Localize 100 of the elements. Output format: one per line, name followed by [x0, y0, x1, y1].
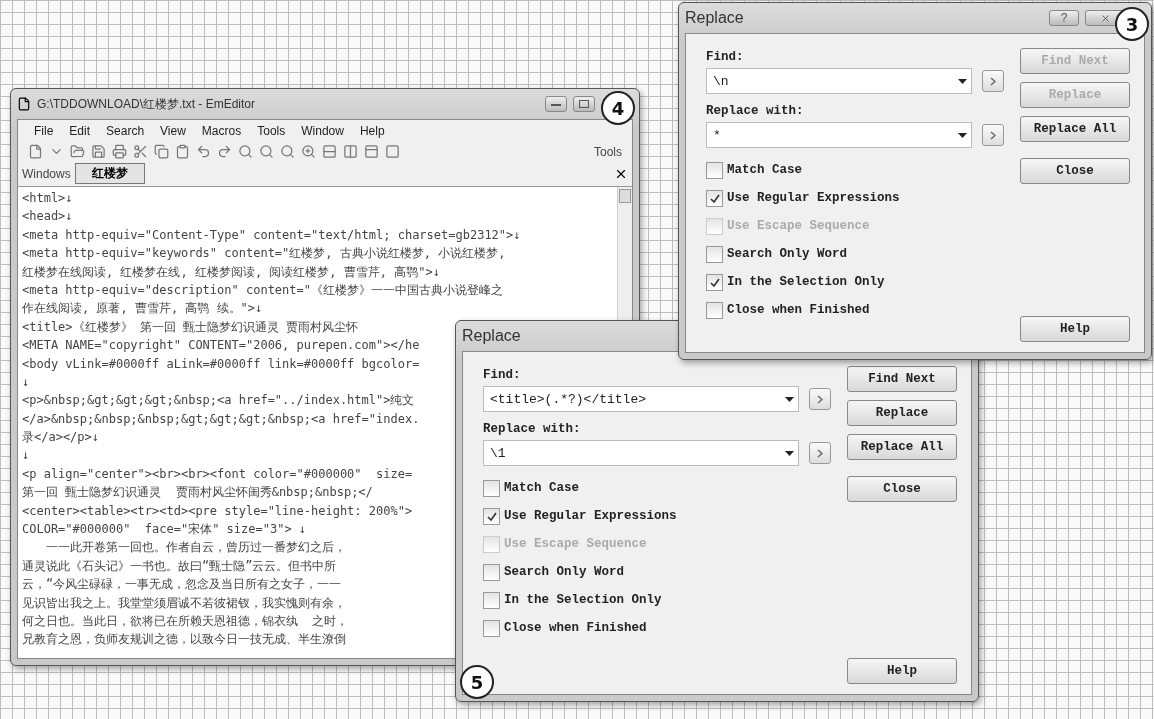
menu-item[interactable]: Search — [106, 124, 145, 138]
code-line: <p>&nbsp;&gt;&gt;&gt;&nbsp;<a href="../index.html">纯文 — [22, 393, 415, 408]
insert-arrow-button[interactable] — [809, 442, 831, 464]
minimize-button[interactable] — [545, 96, 567, 112]
dialog-button[interactable]: Replace All — [847, 434, 957, 460]
callout-number: 4 — [601, 91, 635, 125]
page-icon[interactable] — [28, 144, 43, 159]
code-line: <meta http-equiv="keywords" content="红楼梦, 古典小说红楼梦, 小说红楼梦, — [22, 246, 506, 261]
square-icon[interactable] — [385, 144, 400, 159]
checkbox[interactable] — [706, 161, 723, 179]
checkmark-icon — [709, 277, 720, 287]
dialog-button[interactable]: Close — [847, 476, 957, 502]
chevron-right-icon — [817, 448, 823, 458]
document-icon — [17, 97, 31, 111]
redo-icon[interactable] — [217, 144, 232, 159]
checkbox[interactable] — [483, 619, 500, 637]
option-label: Search Only Word — [504, 565, 625, 579]
find-label: Find: — [483, 368, 522, 382]
checkbox[interactable] — [706, 189, 723, 207]
window-title: G:\TDDOWNLOAD\红楼梦.txt - EmEditor — [37, 95, 256, 113]
code-line: 一一此开卷第一回也。作者自云，曾历过一番梦幻之后， — [45, 540, 346, 555]
checkbox[interactable] — [483, 563, 500, 581]
scissors-icon[interactable] — [133, 144, 148, 159]
replace-with-label: Replace with: — [483, 422, 582, 436]
search-icon[interactable] — [280, 144, 295, 159]
dialog-button[interactable]: Close — [1020, 158, 1130, 184]
code-line: <META NAME="copyright" CONTENT="2006, purepen.com"></he — [22, 338, 420, 353]
find-combo-field[interactable]: <title>(.*?)</title> — [483, 386, 799, 412]
zoom-icon[interactable] — [301, 144, 316, 159]
code-line: 何之日也。当此日，欲将已在所赖天恩祖德，锦衣纨 之时， — [22, 614, 349, 628]
panel-icon[interactable] — [364, 144, 379, 159]
checkmark-icon — [486, 511, 497, 521]
replace-combo-field[interactable]: * — [706, 122, 972, 148]
dialog-title: Replace — [685, 9, 745, 27]
rows-icon[interactable] — [322, 144, 337, 159]
search-icon[interactable] — [259, 144, 274, 159]
save-icon[interactable] — [91, 144, 106, 159]
search-icon[interactable] — [238, 144, 253, 159]
code-line: ↓ — [22, 448, 30, 463]
insert-arrow-button[interactable] — [982, 70, 1004, 92]
code-line: 云，“今风尘碌碌，一事无成，忽念及当日所有之女子，一一 — [22, 577, 342, 592]
checkbox[interactable] — [483, 591, 500, 609]
printer-icon[interactable] — [112, 144, 127, 159]
callout-number: 5 — [460, 665, 494, 699]
checkbox[interactable] — [483, 507, 500, 525]
help-caption-button[interactable]: ? — [1049, 10, 1079, 26]
dropdown-caret-icon[interactable] — [785, 450, 794, 456]
document-tab[interactable]: 红楼梦 — [74, 163, 145, 184]
option-label: Use Escape Sequence — [504, 537, 647, 551]
option-label: Match Case — [727, 163, 802, 177]
dropdown-caret-icon[interactable] — [958, 78, 967, 84]
maximize-button[interactable] — [573, 96, 595, 112]
option-label: Close when Finished — [504, 621, 647, 635]
maximize-icon — [579, 100, 589, 108]
callout-number: 3 — [1115, 7, 1149, 41]
menu-item[interactable]: Macros — [201, 124, 242, 138]
code-line: ↓ — [22, 374, 30, 389]
find-label: Find: — [706, 50, 745, 64]
replace-combo-field[interactable]: \1 — [483, 440, 799, 466]
columns-icon[interactable] — [343, 144, 358, 159]
chevron-right-icon — [990, 76, 996, 86]
code-line: <head>↓ — [22, 209, 73, 224]
menu-item[interactable]: File — [34, 124, 54, 138]
dialog-button[interactable]: Find Next — [847, 366, 957, 392]
menu-item[interactable]: Window — [301, 124, 344, 138]
checkbox[interactable] — [706, 273, 723, 291]
help-button[interactable]: Help — [847, 658, 957, 684]
folder-icon[interactable] — [70, 144, 85, 159]
insert-arrow-button[interactable] — [809, 388, 831, 410]
dialog-button[interactable]: Replace All — [1020, 116, 1130, 142]
close-icon — [1099, 12, 1111, 24]
replace-with-label: Replace with: — [706, 104, 805, 118]
find-combo-field[interactable]: \n — [706, 68, 972, 94]
option-label: Use Escape Sequence — [727, 219, 870, 233]
checkbox[interactable] — [706, 301, 723, 319]
help-button[interactable]: Help — [1020, 316, 1130, 342]
copy-icon[interactable] — [154, 144, 169, 159]
dropdown-caret-icon[interactable] — [785, 396, 794, 402]
dropdown-caret-icon[interactable] — [958, 132, 967, 138]
menu-item[interactable]: Tools — [257, 124, 286, 138]
undo-icon[interactable] — [196, 144, 211, 159]
code-line: <title>《红楼梦》 第一回 甄士隐梦幻识通灵 贾雨村风尘怀 — [22, 319, 359, 334]
code-line: <center><table><tr><td><pre style="line-height: 200%"> — [22, 503, 413, 518]
chevron-right-icon — [990, 130, 996, 140]
menu-item[interactable]: Edit — [69, 124, 91, 138]
checkbox[interactable] — [706, 245, 723, 263]
code-line: <meta http-equiv="description" content="《红楼梦》一一中国古典小说登峰之 — [22, 282, 503, 297]
insert-arrow-button[interactable] — [982, 124, 1004, 146]
toolbar-label[interactable]: Tools — [594, 144, 622, 159]
option-label: Search Only Word — [727, 247, 848, 261]
clipboard-icon[interactable] — [175, 144, 190, 159]
code-line: </a>&nbsp;&nbsp;&nbsp;&gt;&gt;&gt;&nbsp;<a href="index. — [22, 411, 420, 426]
menu-item[interactable]: Help — [359, 124, 385, 138]
windows-label: Windows — [22, 166, 71, 181]
code-line: 作在线阅读, 原著, 曹雪芹, 高鹗 续。">↓ — [22, 301, 263, 316]
menu-item[interactable]: View — [160, 124, 186, 138]
dialog-button[interactable]: Replace — [847, 400, 957, 426]
checkbox[interactable] — [483, 479, 500, 497]
code-line: 红楼梦在线阅读, 红楼梦在线, 红楼梦阅读, 阅读红楼梦, 曹雪芹, 高鹗">↓ — [22, 264, 440, 279]
option-label: Match Case — [504, 481, 579, 495]
